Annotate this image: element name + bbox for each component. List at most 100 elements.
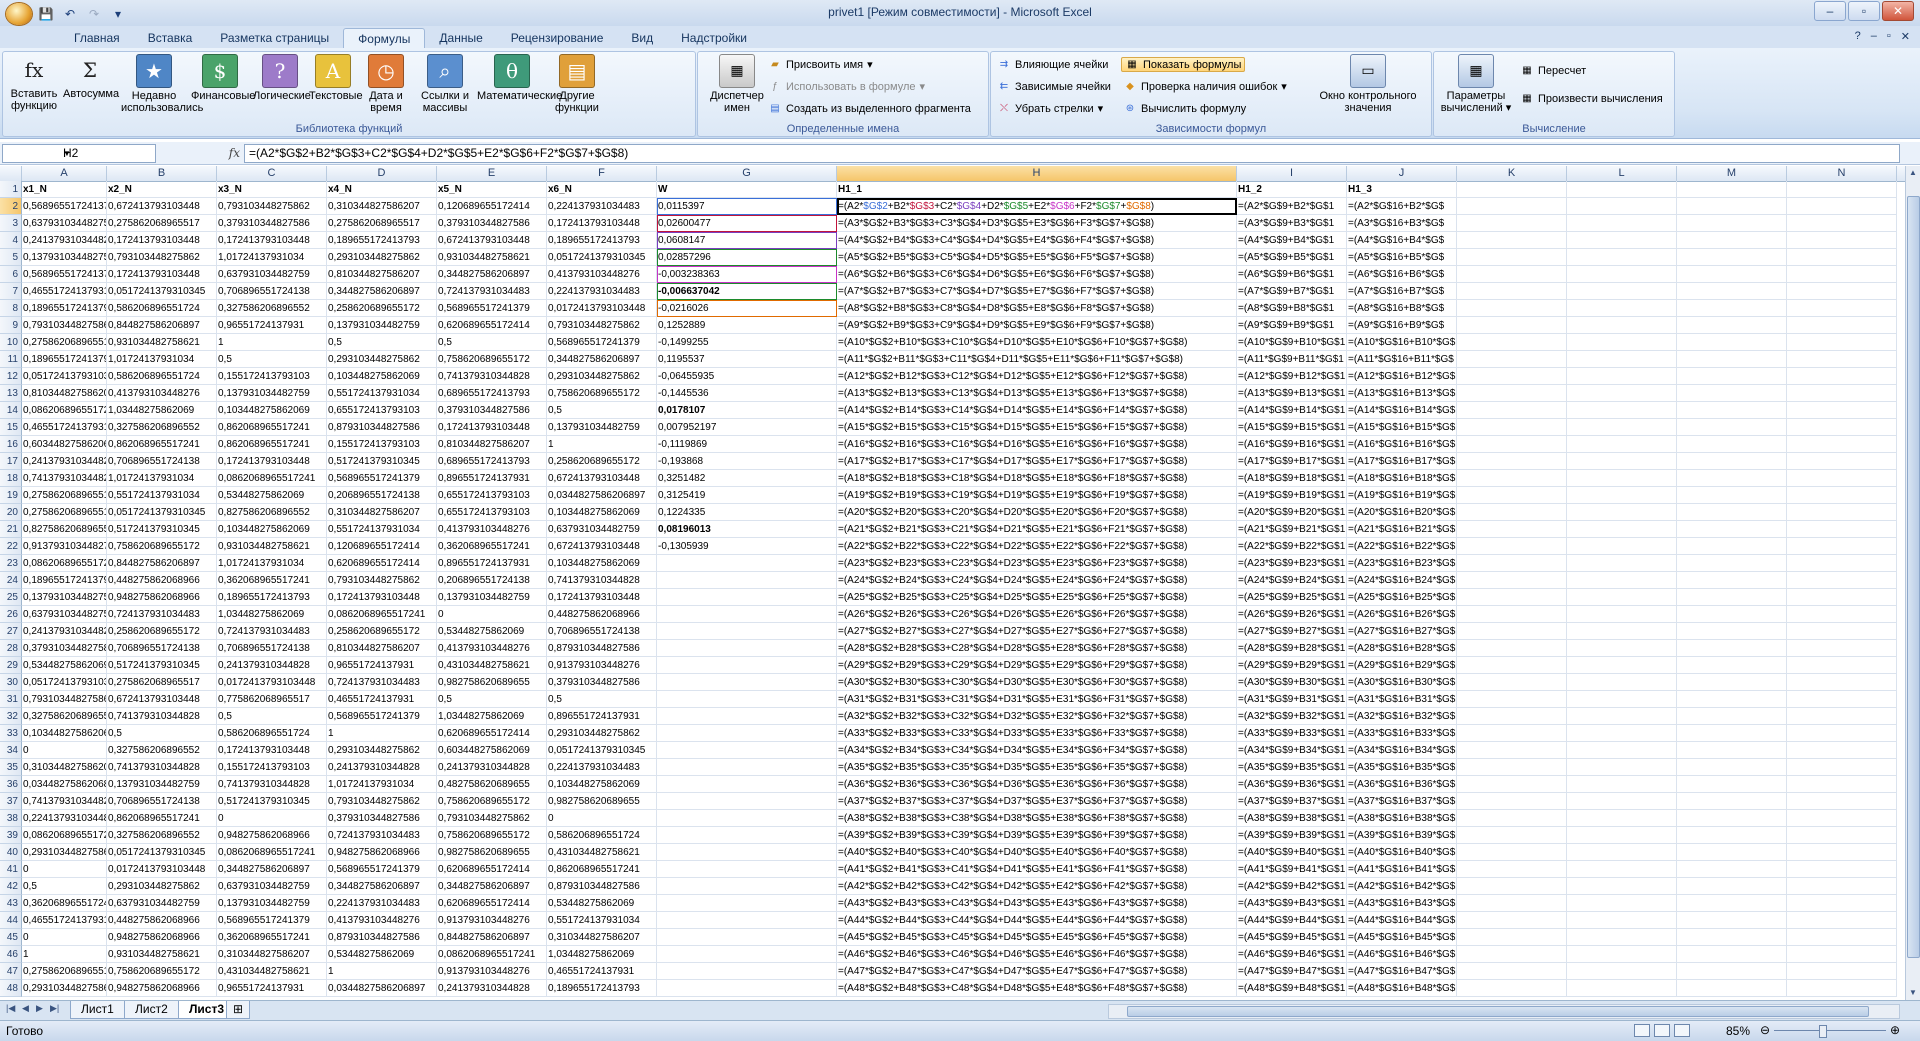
row-header-20[interactable]: 20 xyxy=(0,504,22,521)
cell-N41[interactable] xyxy=(1787,861,1897,878)
cell-J24[interactable]: =(A24*$G$16+B24*$G$ xyxy=(1347,572,1457,589)
cell-G44[interactable] xyxy=(657,912,837,929)
cell-J20[interactable]: =(A20*$G$16+B20*$G$ xyxy=(1347,504,1457,521)
row-header-24[interactable]: 24 xyxy=(0,572,22,589)
cell-K16[interactable] xyxy=(1457,436,1567,453)
cell-B10[interactable]: 0,931034482758621 xyxy=(107,334,217,351)
cell-E23[interactable]: 0,896551724137931 xyxy=(437,555,547,572)
cell-B21[interactable]: 0,517241379310345 xyxy=(107,521,217,538)
cell-B4[interactable]: 0,172413793103448 xyxy=(107,232,217,249)
cell-C42[interactable]: 0,637931034482759 xyxy=(217,878,327,895)
cell-D46[interactable]: 0,53448275862069 xyxy=(327,946,437,963)
cell-D34[interactable]: 0,293103448275862 xyxy=(327,742,437,759)
cell-I27[interactable]: =(A27*$G$9+B27*$G$1 xyxy=(1237,623,1347,640)
cell-J30[interactable]: =(A30*$G$16+B30*$G$ xyxy=(1347,674,1457,691)
cell-J26[interactable]: =(A26*$G$16+B26*$G$ xyxy=(1347,606,1457,623)
cell-G46[interactable] xyxy=(657,946,837,963)
cell-G7[interactable]: -0,006637042 xyxy=(657,283,837,300)
cell-L23[interactable] xyxy=(1567,555,1677,572)
cell-M6[interactable] xyxy=(1677,266,1787,283)
cell-I34[interactable]: =(A34*$G$9+B34*$G$1 xyxy=(1237,742,1347,759)
cell-D7[interactable]: 0,344827586206897 xyxy=(327,283,437,300)
cell-J15[interactable]: =(A15*$G$16+B15*$G$ xyxy=(1347,419,1457,436)
cell-C30[interactable]: 0,0172413793103448 xyxy=(217,674,327,691)
cell-J2[interactable]: =(A2*$G$16+B2*$G$ xyxy=(1347,198,1457,215)
cell-C32[interactable]: 0,5 xyxy=(217,708,327,725)
row-header-11[interactable]: 11 xyxy=(0,351,22,368)
cell-E1[interactable]: x5_N xyxy=(437,181,547,198)
cell-A27[interactable]: 0,241379310344828 xyxy=(22,623,107,640)
cell-H45[interactable]: =(A45*$G$2+B45*$G$3+C45*$G$4+D45*$G$5+E4… xyxy=(837,929,1237,946)
cell-B7[interactable]: 0,0517241379310345 xyxy=(107,283,217,300)
cell-K5[interactable] xyxy=(1457,249,1567,266)
cell-D14[interactable]: 0,655172413793103 xyxy=(327,402,437,419)
cell-A40[interactable]: 0,293103448275862 xyxy=(22,844,107,861)
cell-A34[interactable]: 0 xyxy=(22,742,107,759)
row-header-35[interactable]: 35 xyxy=(0,759,22,776)
cell-H2[interactable]: =(A2*$G$2+B2*$G$3+C2*$G$4+D2*$G$5+E2*$G$… xyxy=(837,198,1237,215)
cell-N45[interactable] xyxy=(1787,929,1897,946)
cell-F47[interactable]: 0,46551724137931 xyxy=(547,963,657,980)
cell-K48[interactable] xyxy=(1457,980,1567,997)
cell-L30[interactable] xyxy=(1567,674,1677,691)
cell-M8[interactable] xyxy=(1677,300,1787,317)
cell-B34[interactable]: 0,327586206896552 xyxy=(107,742,217,759)
cell-B26[interactable]: 0,724137931034483 xyxy=(107,606,217,623)
cell-I10[interactable]: =(A10*$G$9+B10*$G$1 xyxy=(1237,334,1347,351)
cell-C17[interactable]: 0,172413793103448 xyxy=(217,453,327,470)
cell-G38[interactable] xyxy=(657,810,837,827)
cell-K45[interactable] xyxy=(1457,929,1567,946)
tab-5[interactable]: Рецензирование xyxy=(497,28,618,48)
cell-H6[interactable]: =(A6*$G$2+B6*$G$3+C6*$G$4+D6*$G$5+E6*$G$… xyxy=(837,266,1237,283)
row-header-30[interactable]: 30 xyxy=(0,674,22,691)
row-header-46[interactable]: 46 xyxy=(0,946,22,963)
cell-C8[interactable]: 0,327586206896552 xyxy=(217,300,327,317)
cell-H1[interactable]: H1_1 xyxy=(837,181,1237,198)
cell-I30[interactable]: =(A30*$G$9+B30*$G$1 xyxy=(1237,674,1347,691)
cell-M4[interactable] xyxy=(1677,232,1787,249)
cell-B19[interactable]: 0,551724137931034 xyxy=(107,487,217,504)
cell-G32[interactable] xyxy=(657,708,837,725)
cell-K4[interactable] xyxy=(1457,232,1567,249)
cell-M14[interactable] xyxy=(1677,402,1787,419)
cell-I33[interactable]: =(A33*$G$9+B33*$G$1 xyxy=(1237,725,1347,742)
cell-H10[interactable]: =(A10*$G$2+B10*$G$3+C10*$G$4+D10*$G$5+E1… xyxy=(837,334,1237,351)
cell-C47[interactable]: 0,431034482758621 xyxy=(217,963,327,980)
cell-J5[interactable]: =(A5*$G$16+B5*$G$ xyxy=(1347,249,1457,266)
cell-E30[interactable]: 0,982758620689655 xyxy=(437,674,547,691)
cell-E9[interactable]: 0,620689655172414 xyxy=(437,317,547,334)
cell-J11[interactable]: =(A11*$G$16+B11*$G$ xyxy=(1347,351,1457,368)
cell-M25[interactable] xyxy=(1677,589,1787,606)
cell-G19[interactable]: 0,3125419 xyxy=(657,487,837,504)
row-header-26[interactable]: 26 xyxy=(0,606,22,623)
worksheet-grid[interactable]: x1_N x2_N x3_N x4_N x5_N x6_N W H1_1 H1_2 H1_3 0,5… xyxy=(22,181,1906,1000)
row-header-4[interactable]: 4 xyxy=(0,232,22,249)
cell-F22[interactable]: 0,672413793103448 xyxy=(547,538,657,555)
cell-F42[interactable]: 0,879310344827586 xyxy=(547,878,657,895)
cell-A42[interactable]: 0,5 xyxy=(22,878,107,895)
cell-A41[interactable]: 0 xyxy=(22,861,107,878)
column-header-A[interactable]: A xyxy=(22,166,107,181)
tab-3[interactable]: Формулы xyxy=(343,28,426,49)
cell-M5[interactable] xyxy=(1677,249,1787,266)
row-header-43[interactable]: 43 xyxy=(0,895,22,912)
zoom-slider[interactable]: ⊖ ⊕ xyxy=(1760,1023,1900,1038)
cell-D10[interactable]: 0,5 xyxy=(327,334,437,351)
column-header-N[interactable]: N xyxy=(1787,166,1897,181)
cell-H27[interactable]: =(A27*$G$2+B27*$G$3+C27*$G$4+D27*$G$5+E2… xyxy=(837,623,1237,640)
cell-E27[interactable]: 0,53448275862069 xyxy=(437,623,547,640)
cell-N30[interactable] xyxy=(1787,674,1897,691)
cell-K22[interactable] xyxy=(1457,538,1567,555)
cell-D4[interactable]: 0,189655172413793 xyxy=(327,232,437,249)
cell-I12[interactable]: =(A12*$G$9+B12*$G$1 xyxy=(1237,368,1347,385)
horizontal-scrollbar[interactable] xyxy=(1108,1004,1900,1019)
cell-D47[interactable]: 1 xyxy=(327,963,437,980)
cell-K15[interactable] xyxy=(1457,419,1567,436)
cell-D24[interactable]: 0,793103448275862 xyxy=(327,572,437,589)
cell-H16[interactable]: =(A16*$G$2+B16*$G$3+C16*$G$4+D16*$G$5+E1… xyxy=(837,436,1237,453)
row-header-36[interactable]: 36 xyxy=(0,776,22,793)
cell-E44[interactable]: 0,913793103448276 xyxy=(437,912,547,929)
cell-J38[interactable]: =(A38*$G$16+B38*$G$ xyxy=(1347,810,1457,827)
cell-N37[interactable] xyxy=(1787,793,1897,810)
cell-L32[interactable] xyxy=(1567,708,1677,725)
